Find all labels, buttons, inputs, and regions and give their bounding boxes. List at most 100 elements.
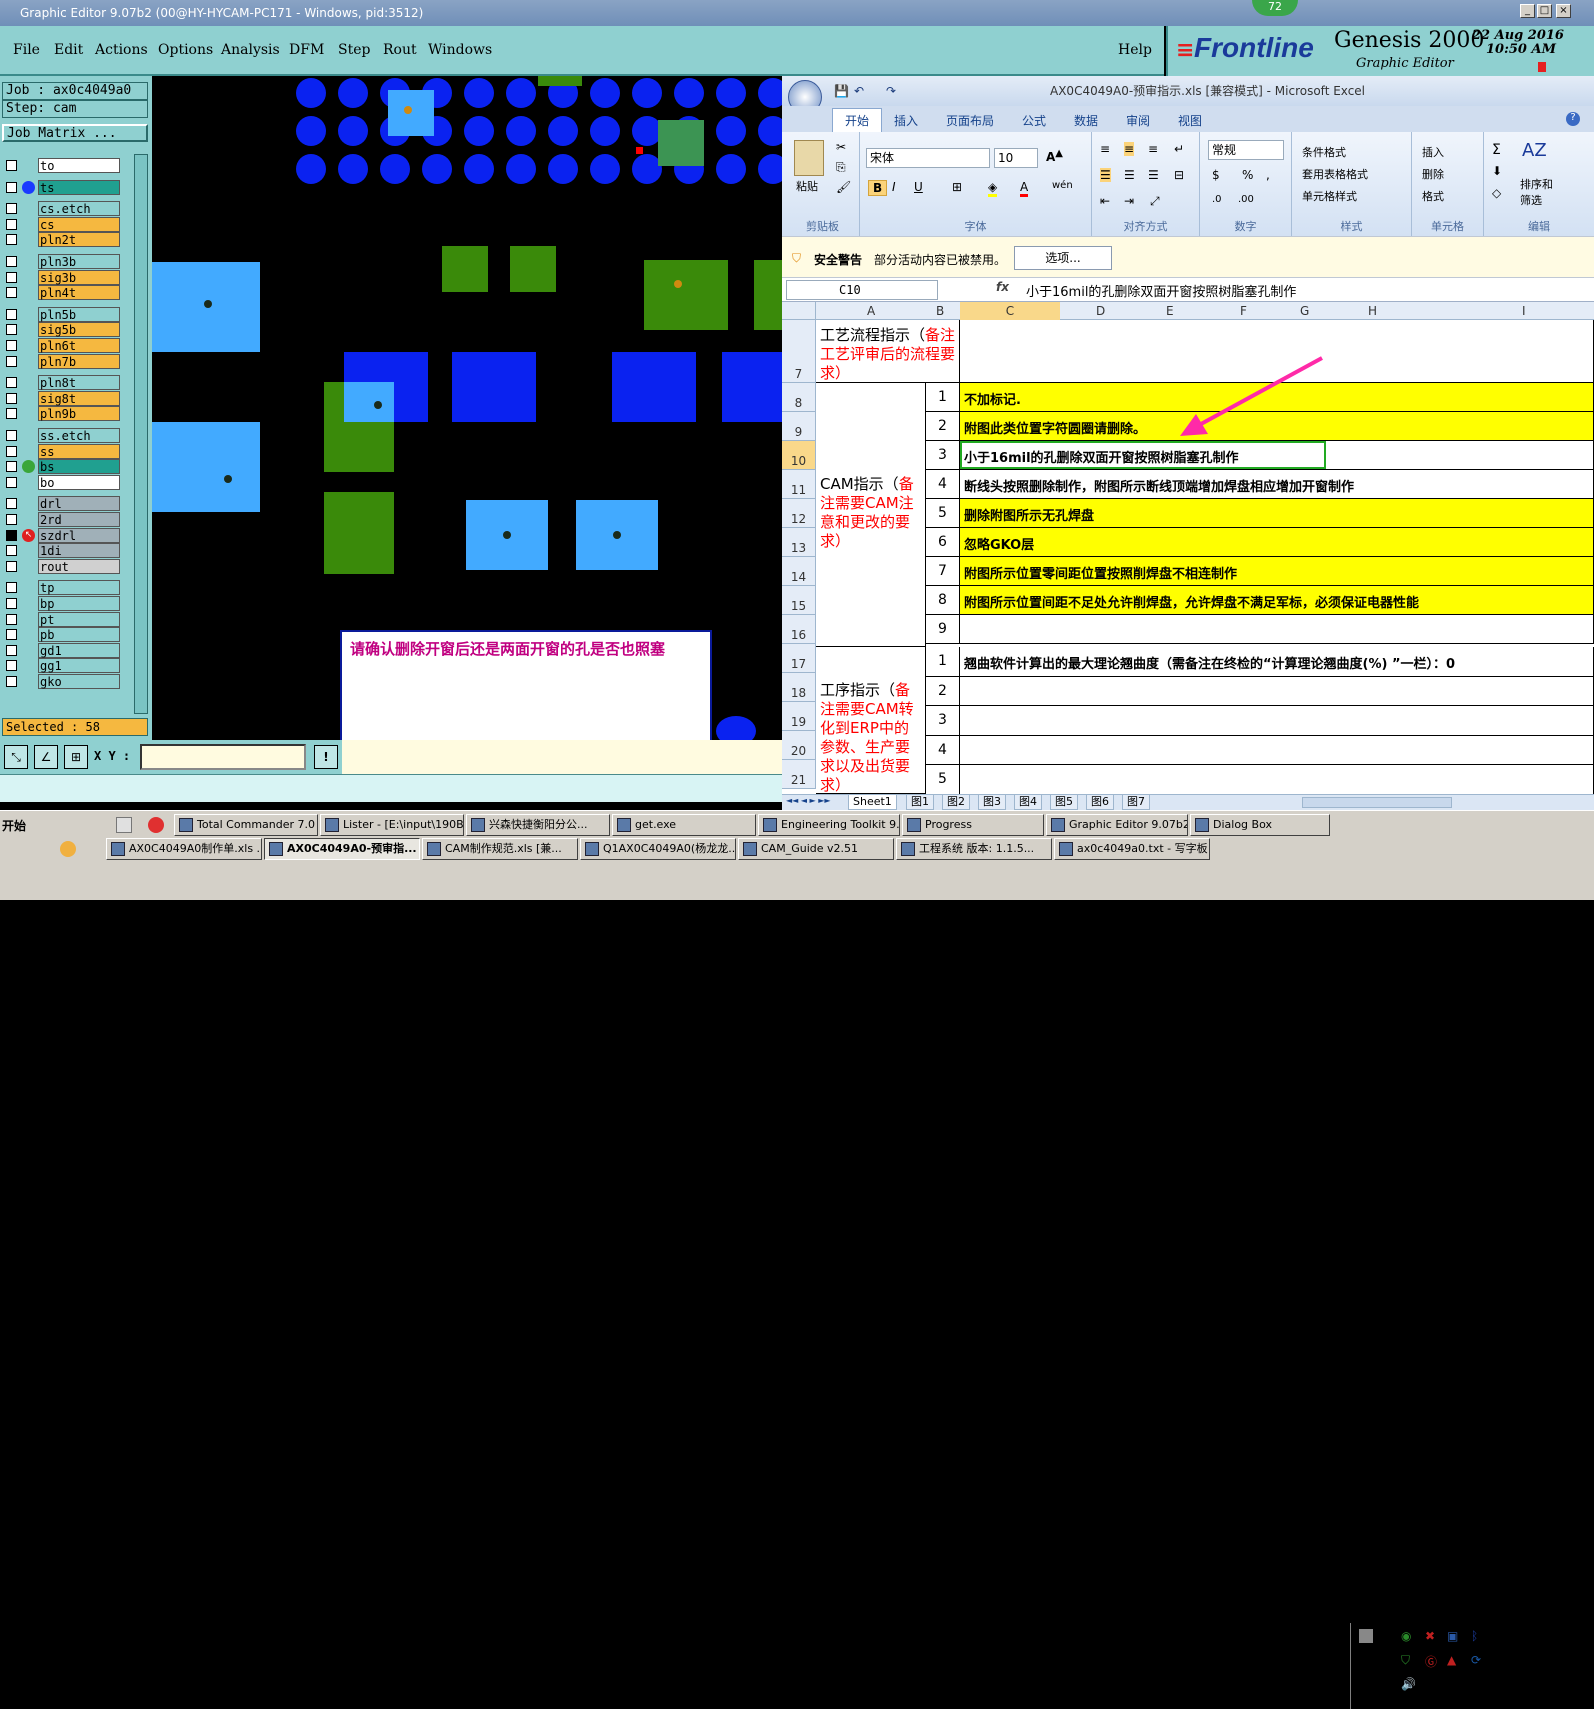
- alert-icon[interactable]: !: [314, 745, 338, 769]
- layer-checkbox[interactable]: [6, 256, 17, 267]
- taskbar-button[interactable]: Total Commander 7.0 ...: [174, 814, 318, 836]
- phonetic-icon[interactable]: wén: [1052, 180, 1073, 191]
- number-format-select[interactable]: 常规: [1208, 140, 1284, 160]
- align-right-icon[interactable]: ☰: [1148, 168, 1159, 182]
- row-header[interactable]: 16: [782, 615, 816, 644]
- currency-icon[interactable]: $: [1212, 168, 1220, 182]
- row-header[interactable]: 20: [782, 731, 816, 760]
- redo-icon[interactable]: ↷: [886, 76, 896, 106]
- layer-checkbox[interactable]: [6, 598, 17, 609]
- close-button[interactable]: ×: [1556, 4, 1571, 18]
- tray-expand-icon[interactable]: ⌃: [1383, 1629, 1392, 1642]
- layer-row-ss-etch[interactable]: ss.etch: [4, 428, 120, 443]
- decrease-decimal-icon[interactable]: .00: [1238, 194, 1254, 205]
- cam-item-cell[interactable]: 删除附图所示无孔焊盘: [960, 499, 1594, 528]
- layer-row-sig5b[interactable]: sig5b: [4, 322, 120, 338]
- col-header-g[interactable]: G: [1300, 304, 1309, 318]
- layer-row-gg1[interactable]: gg1: [4, 658, 120, 674]
- tab-formulas[interactable]: 公式: [1022, 112, 1046, 129]
- layer-scrollbar[interactable]: [134, 154, 148, 714]
- layer-checkbox[interactable]: [6, 545, 17, 557]
- sync-icon[interactable]: ⟳: [1471, 1653, 1481, 1667]
- layer-checkbox[interactable]: [6, 287, 17, 299]
- format-painter-icon[interactable]: 🖌: [836, 180, 851, 194]
- save-icon[interactable]: 💾: [834, 76, 849, 106]
- layer-checkbox[interactable]: [6, 408, 17, 420]
- section-process-flow[interactable]: 工艺流程指示（备注工艺评审后的流程要求）: [816, 320, 960, 383]
- layer-checkbox[interactable]: [6, 160, 17, 171]
- taskbar-button[interactable]: Progress: [902, 814, 1044, 836]
- layer-row-bs[interactable]: bs: [4, 459, 120, 475]
- network-icon[interactable]: ◉: [1401, 1629, 1411, 1643]
- taskbar-button[interactable]: 工程系统 版本: 1.1.5...: [896, 838, 1052, 860]
- layer-row-bp[interactable]: bp: [4, 596, 120, 611]
- measure-tool-icon[interactable]: ∠: [34, 745, 58, 769]
- proc-item-cell[interactable]: 翘曲软件计算出的最大理论翘曲度（需备注在终检的“计算理论翘曲度(%) ”一栏）：…: [960, 647, 1594, 677]
- proc-item-number[interactable]: 4: [926, 735, 960, 765]
- horizontal-scrollbar[interactable]: [1302, 797, 1452, 808]
- layer-checkbox[interactable]: [6, 355, 17, 367]
- underline-button[interactable]: U: [914, 180, 923, 194]
- menu-actions[interactable]: Actions: [95, 42, 148, 58]
- layer-row-gko[interactable]: gko: [4, 674, 120, 689]
- format-as-table-button[interactable]: 套用表格格式: [1302, 166, 1368, 182]
- cut-icon[interactable]: ✂: [836, 140, 846, 154]
- row-header[interactable]: 9: [782, 412, 816, 441]
- proc-item-number[interactable]: 2: [926, 676, 960, 706]
- layer-checkbox[interactable]: [6, 582, 17, 594]
- layer-checkbox[interactable]: [6, 324, 17, 336]
- increase-decimal-icon[interactable]: .0: [1212, 194, 1222, 205]
- taskbar-button[interactable]: Q1AX0C4049A0(杨龙龙...: [580, 838, 736, 860]
- col-header-d[interactable]: D: [1096, 304, 1105, 318]
- font-name-select[interactable]: 宋体: [866, 148, 990, 168]
- browser-icon[interactable]: [148, 817, 164, 833]
- layer-checkbox[interactable]: [6, 308, 17, 320]
- sheet-tab[interactable]: 图2: [942, 795, 970, 810]
- taskbar-button[interactable]: Engineering Toolkit 9....: [758, 814, 900, 836]
- sheet-tab[interactable]: 图3: [978, 795, 1006, 810]
- layer-row-pln3b[interactable]: pln3b: [4, 254, 120, 269]
- cam-item-cell[interactable]: 小于16mil的孔删除双面开窗按照树脂塞孔制作: [960, 441, 1594, 470]
- layer-checkbox[interactable]: [6, 203, 17, 215]
- row-header[interactable]: 11: [782, 470, 816, 499]
- bluetooth-icon[interactable]: ᛒ: [1471, 1629, 1478, 1643]
- row-header[interactable]: 17: [782, 644, 816, 673]
- menu-windows[interactable]: Windows: [428, 42, 492, 58]
- taskbar-button[interactable]: Graphic Editor 9.07b2 ...: [1046, 814, 1188, 836]
- menu-analysis[interactable]: Analysis: [221, 42, 280, 58]
- help-icon[interactable]: ?: [1566, 112, 1580, 126]
- autosum-icon[interactable]: Σ: [1492, 142, 1501, 158]
- layer-row-szdrl[interactable]: szdrl ↖: [4, 527, 120, 543]
- layer-row-gd1[interactable]: gd1: [4, 642, 120, 658]
- layer-row-tp[interactable]: tp: [4, 580, 120, 596]
- layer-checkbox[interactable]: [6, 476, 17, 488]
- select-all-corner[interactable]: [782, 302, 816, 320]
- layer-row-pln8t[interactable]: pln8t: [4, 375, 120, 391]
- sheet-tab[interactable]: Sheet1: [848, 795, 897, 810]
- cam-item-number[interactable]: 7: [926, 557, 960, 586]
- taskbar-button[interactable]: CAM制作规范.xls [兼...: [422, 838, 578, 860]
- tab-view[interactable]: 视图: [1178, 112, 1202, 129]
- row-header[interactable]: 10: [782, 441, 816, 470]
- taskbar-button[interactable]: Lister - [E:\input\190B...: [320, 814, 464, 836]
- align-center-icon[interactable]: ☰: [1124, 168, 1135, 182]
- layer-checkbox[interactable]: [6, 181, 17, 193]
- tab-data[interactable]: 数据: [1074, 112, 1098, 129]
- col-header-h[interactable]: H: [1368, 304, 1377, 318]
- taskbar-button[interactable]: get.exe: [612, 814, 756, 836]
- taskbar-button[interactable]: 兴森快捷衡阳分公...: [466, 814, 610, 836]
- sheet-tab[interactable]: 图5: [1050, 795, 1078, 810]
- proc-item-number[interactable]: 3: [926, 706, 960, 736]
- cam-item-number[interactable]: 5: [926, 499, 960, 528]
- taskbar-button[interactable]: CAM_Guide v2.51: [738, 838, 894, 860]
- cell-styles-button[interactable]: 单元格样式: [1302, 188, 1357, 204]
- layer-row-2rd[interactable]: 2rd: [4, 512, 120, 527]
- start-button[interactable]: 开始: [2, 817, 26, 834]
- row-header[interactable]: 13: [782, 528, 816, 557]
- row-header[interactable]: 15: [782, 586, 816, 615]
- proc-item-cell[interactable]: [960, 676, 1594, 706]
- sheet-nav-icon[interactable]: ◄◄ ◄ ► ►►: [786, 796, 831, 805]
- sort-filter-icon[interactable]: AZ: [1522, 140, 1547, 161]
- cam-item-number[interactable]: 3: [926, 441, 960, 470]
- menu-rout[interactable]: Rout: [383, 42, 417, 58]
